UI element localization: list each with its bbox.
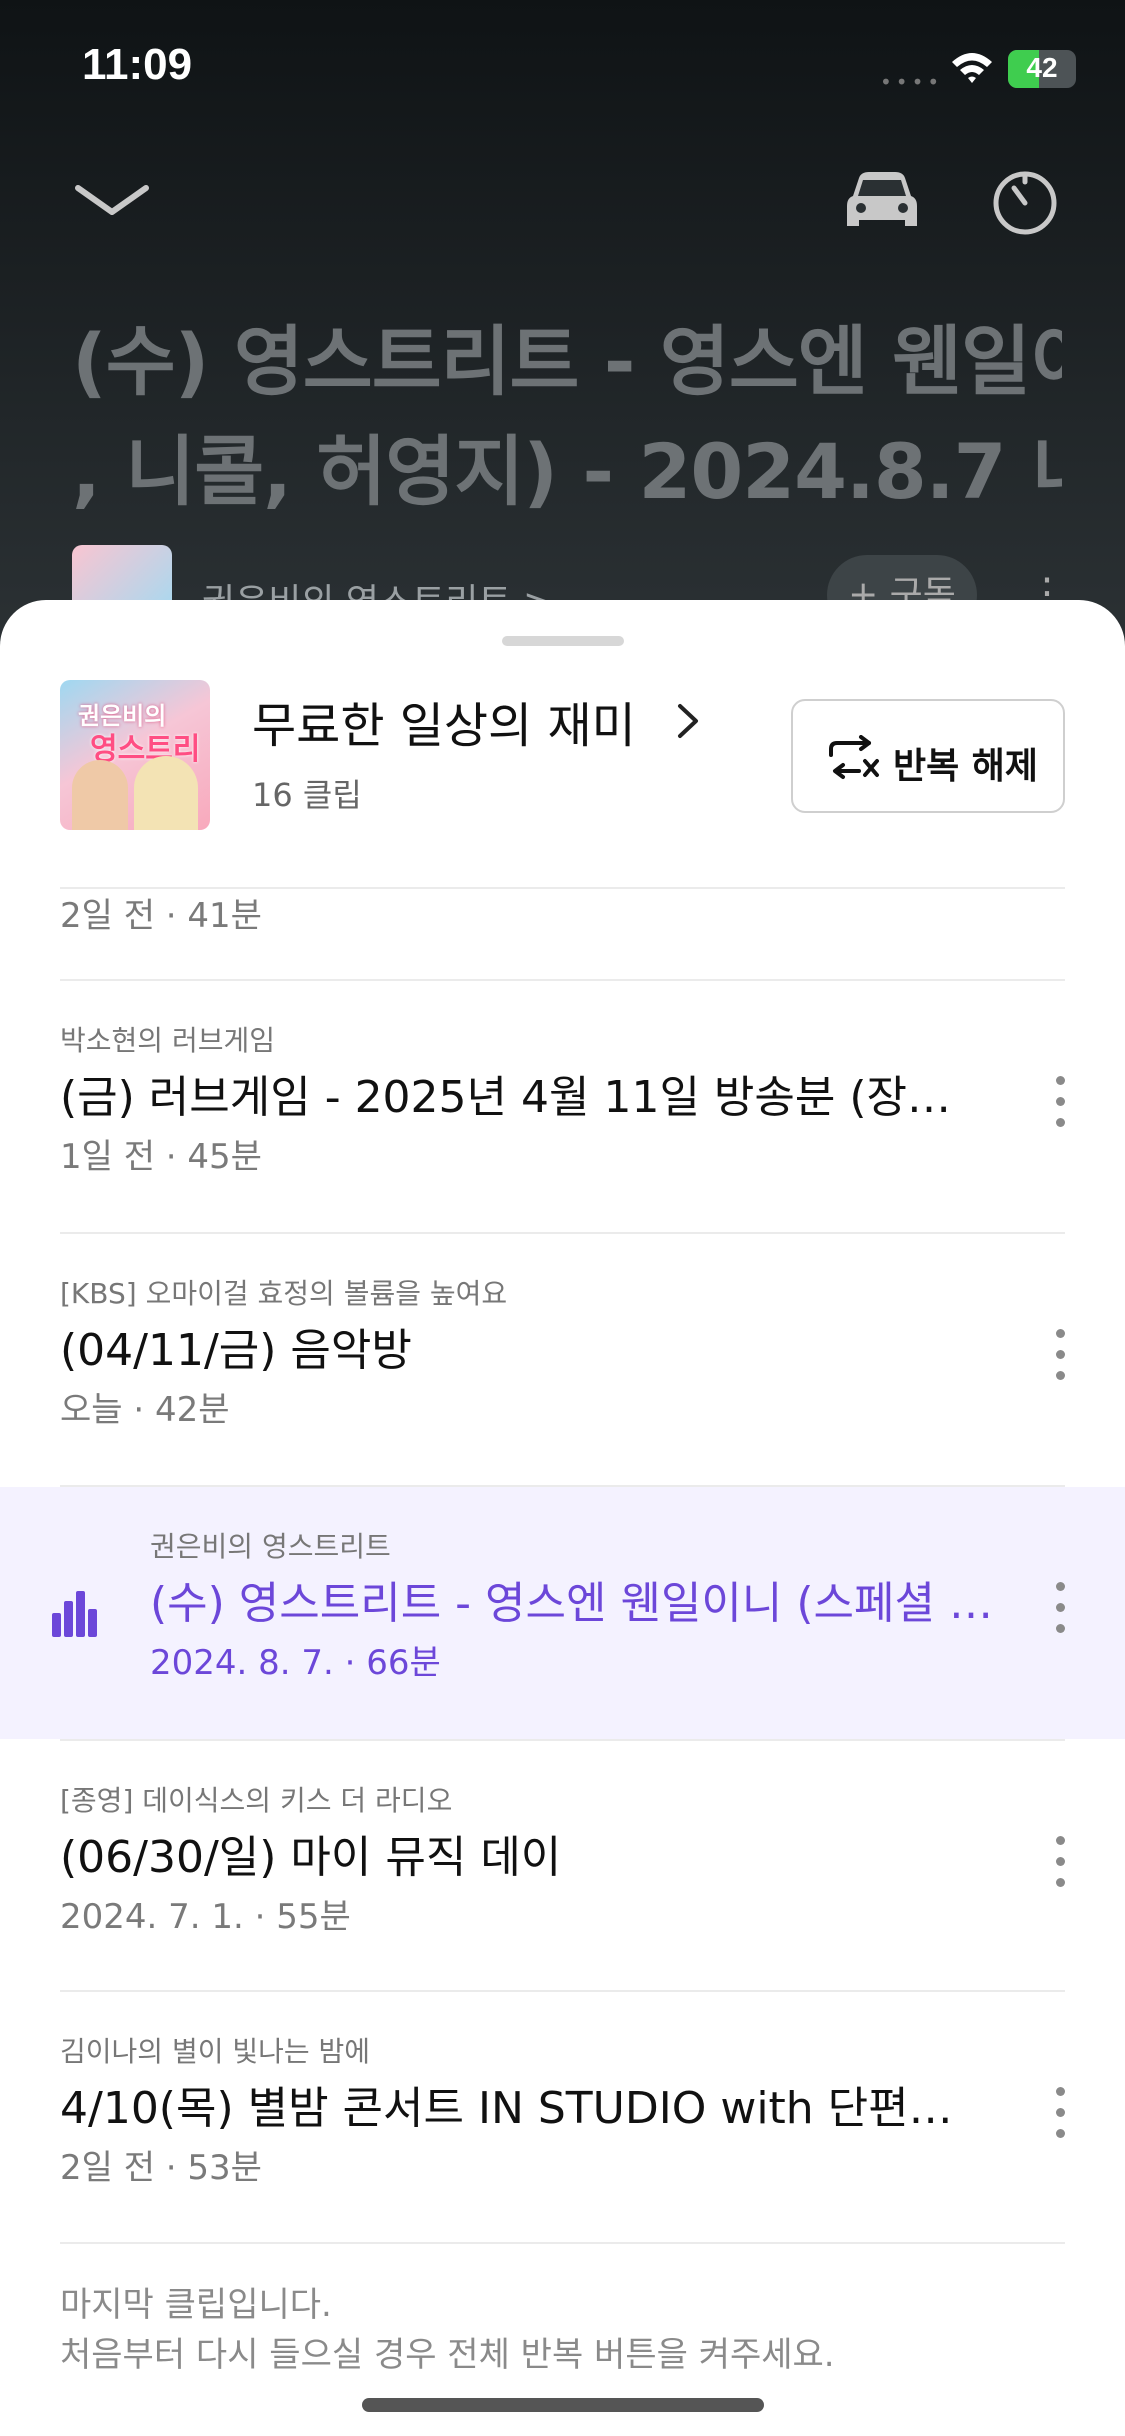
- wifi-icon: [952, 53, 992, 83]
- repeat-off-label: 반복 해제: [893, 746, 1039, 787]
- end-of-list-note: 마지막 클립입니다. 처음부터 다시 들으실 경우 전체 반복 버튼을 켜주세요…: [60, 2280, 835, 2380]
- thumb-person-1: [72, 760, 128, 830]
- cellular-signal-icon: ••••: [880, 70, 944, 94]
- item-meta: 2024. 8. 7. · 66분: [150, 1643, 441, 1683]
- item-title: (04/11/금) 음악방: [60, 1325, 412, 1376]
- playlist-title[interactable]: 무료한 일상의 재미: [252, 686, 636, 756]
- item-channel: 권은비의 영스트리트: [150, 1530, 391, 1563]
- player-title-line2: , 니콜, 허영지) - 2024.8.7 니 (스: [72, 427, 1062, 516]
- item-meta: 1일 전 · 45분: [60, 1137, 262, 1177]
- chevron-down-icon[interactable]: [72, 178, 152, 228]
- item-meta: 2일 전 · 53분: [60, 2148, 262, 2188]
- home-indicator: [362, 2398, 764, 2412]
- item-title: 4/10(목) 별밤 콘서트 IN STUDIO with 단편선…: [60, 2083, 960, 2134]
- partial-item-meta: 2일 전 · 41분: [60, 896, 262, 936]
- item-channel: 박소현의 러브게임: [60, 1024, 275, 1057]
- list-item[interactable]: [KBS] 오마이걸 효정의 볼륨을 높여요 (04/11/금) 음악방 오늘 …: [0, 1234, 1125, 1486]
- list-item[interactable]: 박소현의 러브게임 (금) 러브게임 - 2025년 4월 11일 방송분 (장…: [0, 981, 1125, 1233]
- item-title: (06/30/일) 마이 뮤직 데이: [60, 1832, 562, 1883]
- item-channel: [KBS] 오마이걸 효정의 볼륨을 높여요: [60, 1277, 508, 1310]
- status-time: 11:09: [82, 40, 193, 89]
- list-item[interactable]: 김이나의 별이 빛나는 밤에 4/10(목) 별밤 콘서트 IN STUDIO …: [0, 1992, 1125, 2244]
- repeat-off-icon: [829, 735, 879, 779]
- more-options-icon[interactable]: [1052, 1582, 1068, 1642]
- more-options-icon[interactable]: [1052, 1836, 1068, 1896]
- list-item[interactable]: [종영] 데이식스의 키스 더 라디오 (06/30/일) 마이 뮤직 데이 2…: [0, 1741, 1125, 1993]
- battery-level: 42: [1026, 52, 1058, 83]
- playlist-count: 16 클립: [252, 776, 362, 814]
- player-title-line1: (수) 영스트리트 - 영스엔 웬일이: [72, 317, 1062, 406]
- playlist-header: 권은비의 영스트리트 무료한 일상의 재미 16 클립 반복 해제: [60, 680, 1070, 830]
- status-bar: 11:09 •••• 42: [0, 0, 1125, 140]
- battery-icon: 42: [1008, 50, 1076, 88]
- car-icon[interactable]: [845, 168, 919, 234]
- item-title: (수) 영스트리트 - 영스엔 웬일이니 (스페셜 D...: [150, 1578, 1000, 1629]
- item-channel: [종영] 데이식스의 키스 더 라디오: [60, 1784, 453, 1817]
- more-options-icon[interactable]: [1052, 2087, 1068, 2147]
- item-channel: 김이나의 별이 빛나는 밤에: [60, 2035, 371, 2068]
- repeat-off-button[interactable]: 반복 해제: [791, 699, 1065, 813]
- timer-icon[interactable]: [990, 168, 1060, 238]
- more-options-icon[interactable]: [1052, 1076, 1068, 1136]
- end-of-list-line1: 마지막 클립입니다.: [60, 2285, 332, 2325]
- sheet-handle[interactable]: [502, 636, 624, 646]
- item-meta: 2024. 7. 1. · 55분: [60, 1897, 351, 1937]
- chevron-right-icon[interactable]: [672, 700, 702, 742]
- divider: [60, 2242, 1065, 2244]
- now-playing-equalizer-icon: [52, 1591, 97, 1637]
- end-of-list-line2: 처음부터 다시 들으실 경우 전체 반복 버튼을 켜주세요.: [60, 2335, 835, 2375]
- item-meta: 오늘 · 42분: [60, 1390, 230, 1430]
- thumb-person-2: [134, 756, 198, 830]
- item-title: (금) 러브게임 - 2025년 4월 11일 방송분 (장준,…: [60, 1072, 960, 1123]
- clip-list: 2일 전 · 41분 박소현의 러브게임 (금) 러브게임 - 2025년 4월…: [0, 880, 1125, 2436]
- list-item-now-playing[interactable]: 권은비의 영스트리트 (수) 영스트리트 - 영스엔 웬일이니 (스페셜 D..…: [0, 1487, 1125, 1739]
- more-options-icon[interactable]: [1052, 1329, 1068, 1389]
- playlist-sheet: 권은비의 영스트리트 무료한 일상의 재미 16 클립 반복 해제 2일 전 ·…: [0, 600, 1125, 2436]
- player-background: 11:09 •••• 42 (수) 영스트리트 - 영스엔 웬일이 , 니콜, …: [0, 0, 1125, 640]
- playlist-thumbnail: 권은비의 영스트리트: [60, 680, 210, 830]
